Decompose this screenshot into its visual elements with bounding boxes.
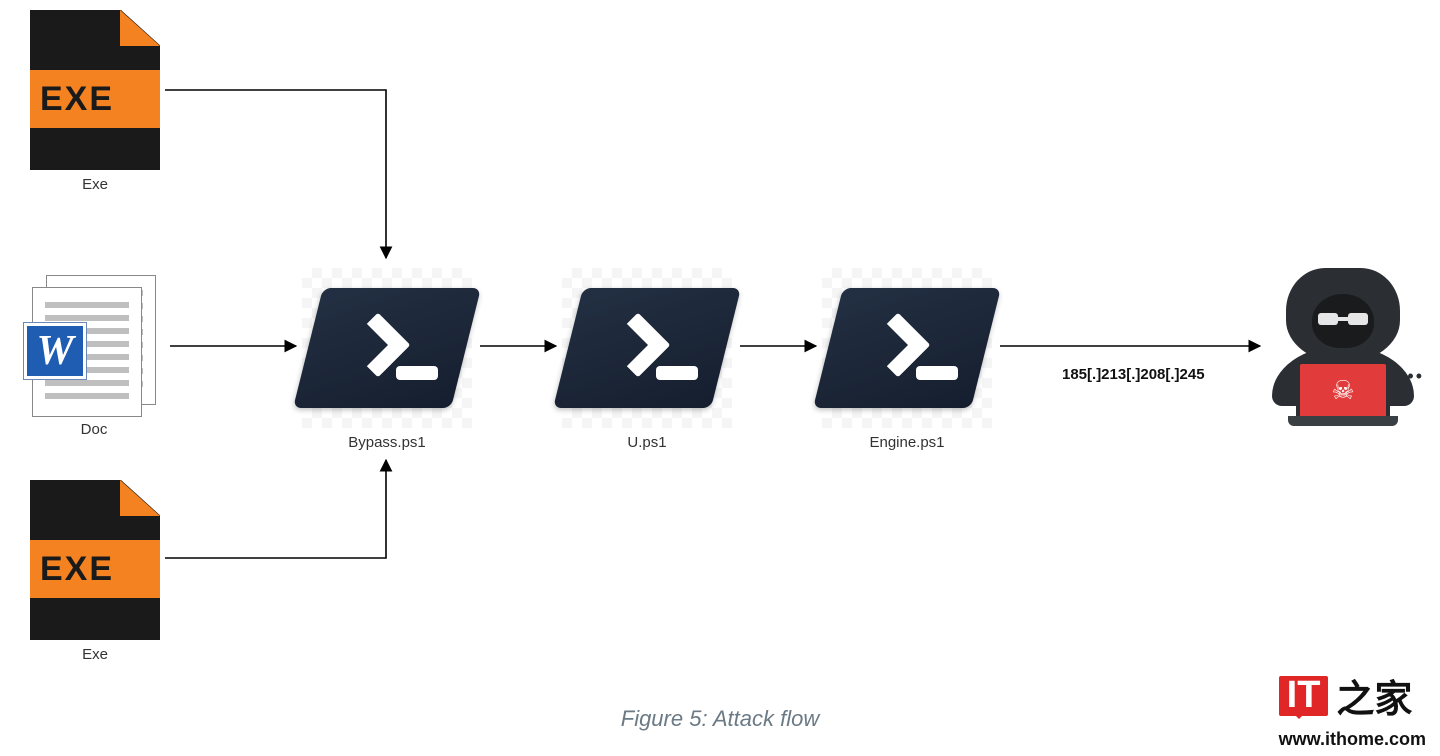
- exe-file-icon: EXE: [30, 480, 160, 640]
- skull-icon: ☠: [1296, 360, 1390, 416]
- figure-caption: Figure 5: Attack flow: [0, 706, 1440, 732]
- exe-band-text: EXE: [30, 540, 160, 598]
- watermark: IT 之家 www.ithome.com: [1279, 668, 1426, 750]
- node-label-ps3: Engine.ps1: [822, 434, 992, 451]
- watermark-badge: IT: [1279, 676, 1329, 716]
- node-label-exe-bottom: Exe: [30, 646, 160, 663]
- node-exe-bottom: EXE Exe: [30, 480, 160, 663]
- node-hacker: ••• ☠: [1268, 268, 1418, 428]
- word-letter: W: [24, 323, 86, 379]
- powershell-icon: [302, 268, 472, 428]
- edge-label-ip: 185[.]213[.]208[.]245: [1062, 366, 1205, 383]
- powershell-icon: [562, 268, 732, 428]
- watermark-suffix: 之家: [1336, 668, 1412, 723]
- node-doc: W Doc: [24, 275, 164, 438]
- node-label-ps1: Bypass.ps1: [302, 434, 472, 451]
- word-doc-icon: W: [24, 275, 164, 415]
- node-ps-engine: Engine.ps1: [822, 268, 992, 451]
- watermark-url: www.ithome.com: [1279, 729, 1426, 750]
- node-label-doc: Doc: [24, 421, 164, 438]
- node-label-ps2: U.ps1: [562, 434, 732, 451]
- hacker-icon: ••• ☠: [1268, 268, 1418, 428]
- node-exe-top: EXE Exe: [30, 10, 160, 193]
- powershell-icon: [822, 268, 992, 428]
- node-ps-bypass: Bypass.ps1: [302, 268, 472, 451]
- exe-file-icon: EXE: [30, 10, 160, 170]
- node-ps-u: U.ps1: [562, 268, 732, 451]
- node-label-exe-top: Exe: [30, 176, 160, 193]
- exe-band-text: EXE: [30, 70, 160, 128]
